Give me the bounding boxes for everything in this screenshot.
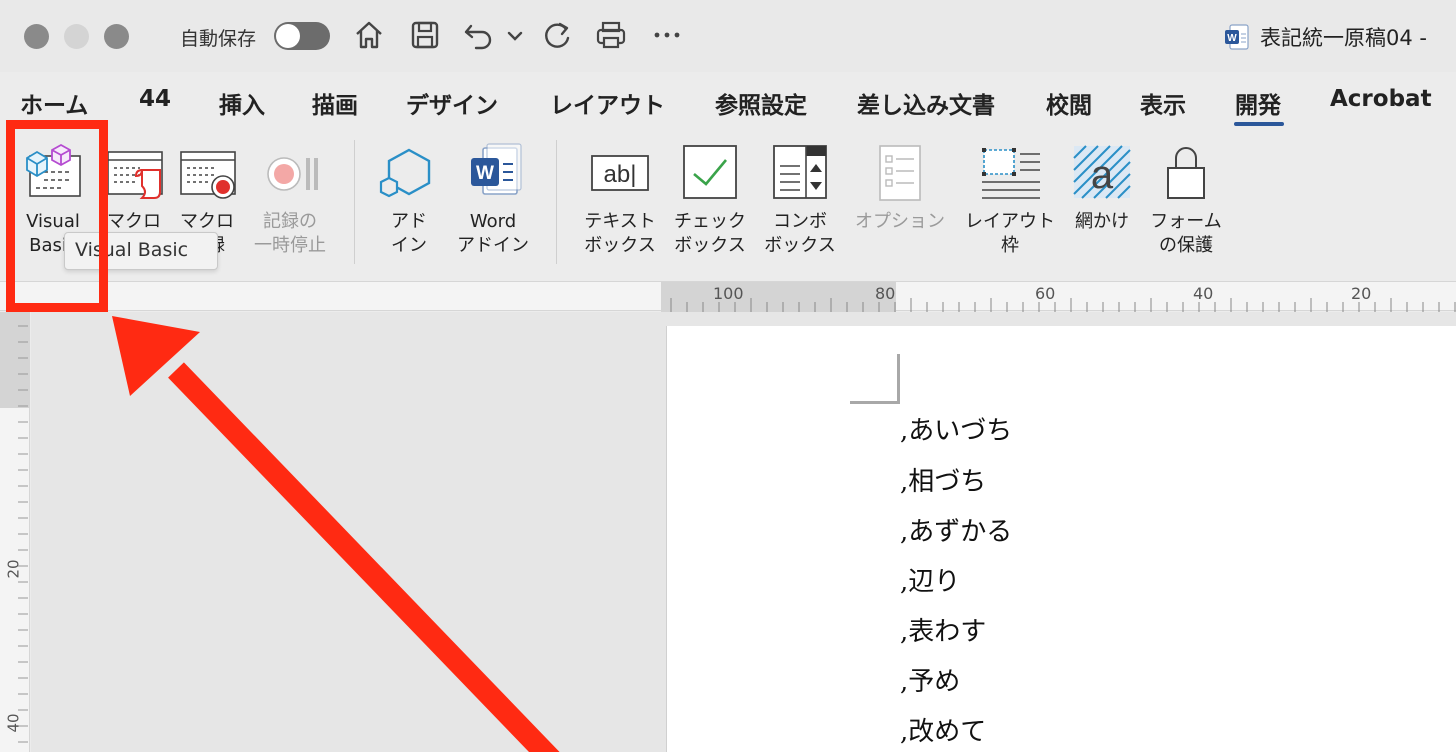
autosave-toggle[interactable] bbox=[274, 22, 330, 50]
tab-developer[interactable]: 開発 bbox=[1235, 86, 1281, 120]
margin-corner-mark bbox=[850, 354, 900, 404]
pause-recording-icon bbox=[267, 157, 318, 191]
macros-label: マクロ bbox=[107, 211, 161, 232]
more-icon[interactable] bbox=[650, 18, 684, 52]
macros-icon bbox=[107, 151, 163, 199]
word-addins-label: Word アドイン bbox=[457, 211, 529, 256]
tab-draw[interactable]: 描画 bbox=[312, 86, 358, 120]
record-macro-icon bbox=[180, 151, 236, 199]
horizontal-ruler[interactable]: 100 80 60 40 20 bbox=[661, 282, 1456, 312]
text-box-control-icon: ab| bbox=[591, 155, 649, 191]
document-line[interactable]: ,あいづち bbox=[900, 410, 1012, 447]
document-line[interactable]: ,相づち bbox=[900, 461, 986, 498]
addins-label: アド イン bbox=[391, 211, 427, 256]
svg-text:W: W bbox=[1227, 33, 1237, 44]
control-properties-label: オプション bbox=[855, 211, 945, 232]
control-properties-icon bbox=[879, 145, 921, 201]
tab-review[interactable]: 校閲 bbox=[1046, 86, 1092, 120]
layout-frame-button[interactable]: レイアウト 枠 bbox=[960, 142, 1060, 258]
annotation-highlight-box bbox=[6, 120, 108, 312]
tab-44[interactable]: 44 bbox=[139, 86, 171, 112]
lock-icon bbox=[1167, 147, 1205, 199]
ruler-number: 40 bbox=[1193, 284, 1214, 303]
layout-frame-label: レイアウト 枠 bbox=[965, 211, 1055, 256]
document-line[interactable]: ,表わす bbox=[900, 611, 986, 648]
word-document-icon: W bbox=[1225, 24, 1249, 50]
word-addins-icon: W bbox=[471, 143, 522, 195]
ruler-number: 20 bbox=[4, 559, 23, 579]
addins-icon bbox=[379, 148, 431, 198]
tab-layout[interactable]: レイアウト bbox=[550, 86, 665, 120]
tab-view[interactable]: 表示 bbox=[1140, 86, 1186, 120]
ruler-number: 40 bbox=[4, 713, 23, 733]
combo-box-control-icon bbox=[773, 145, 827, 199]
autosave-label: 自動保存 bbox=[180, 28, 257, 50]
addins-button[interactable]: アド イン bbox=[376, 142, 442, 258]
combo-box-control-button[interactable]: コンボ ボックス bbox=[760, 142, 840, 258]
print-icon[interactable] bbox=[594, 18, 628, 52]
redo-icon[interactable] bbox=[540, 18, 574, 52]
horizontal-ruler-bar: 100 80 60 40 20 bbox=[0, 281, 1456, 312]
tab-acrobat[interactable]: Acrobat bbox=[1330, 86, 1432, 112]
tab-references[interactable]: 参照設定 bbox=[715, 86, 807, 120]
active-tab-indicator bbox=[1234, 122, 1284, 126]
document-page[interactable] bbox=[666, 326, 1456, 752]
tab-insert[interactable]: 挿入 bbox=[219, 86, 265, 120]
svg-text:W: W bbox=[476, 163, 494, 184]
pause-recording-button: 記録の 一時停止 bbox=[248, 142, 332, 258]
layout-frame-icon bbox=[982, 148, 1040, 199]
macros-button[interactable]: マクロ bbox=[98, 142, 170, 234]
form-field-shading-label: 網かけ bbox=[1075, 211, 1129, 232]
text-box-control-icon-text: ab| bbox=[604, 161, 637, 188]
document-line[interactable]: ,辺り bbox=[900, 561, 960, 598]
vertical-ruler[interactable]: 20 40 bbox=[0, 312, 30, 752]
form-field-shading-icon-text: a bbox=[1091, 153, 1114, 197]
word-addins-button[interactable]: W Word アドイン bbox=[452, 142, 534, 258]
check-box-control-icon bbox=[683, 145, 737, 199]
form-field-shading-button[interactable]: a 網かけ bbox=[1066, 142, 1138, 234]
undo-icon[interactable] bbox=[462, 18, 496, 52]
save-icon[interactable] bbox=[408, 18, 442, 52]
ribbon-separator bbox=[556, 140, 557, 264]
minimize-window-button[interactable] bbox=[64, 24, 89, 49]
check-box-control-button[interactable]: チェック ボックス bbox=[670, 142, 750, 258]
protect-form-label: フォーム の保護 bbox=[1150, 211, 1222, 256]
ruler-number: 20 bbox=[1351, 284, 1372, 303]
close-window-button[interactable] bbox=[24, 24, 49, 49]
tab-mailings[interactable]: 差し込み文書 bbox=[857, 86, 995, 120]
combo-box-control-label: コンボ ボックス bbox=[764, 211, 836, 256]
zoom-window-button[interactable] bbox=[104, 24, 129, 49]
check-box-control-label: チェック ボックス bbox=[674, 211, 746, 256]
document-line[interactable]: ,改めて bbox=[900, 711, 986, 748]
protect-form-button[interactable]: フォーム の保護 bbox=[1144, 142, 1228, 258]
ribbon-tab-bar: ホーム 44 挿入 描画 デザイン レイアウト 参照設定 差し込み文書 校閲 表… bbox=[0, 72, 1456, 128]
pause-recording-label: 記録の 一時停止 bbox=[254, 211, 326, 256]
control-properties-button: オプション bbox=[850, 142, 950, 234]
text-box-control-label: テキスト ボックス bbox=[584, 211, 656, 256]
ruler-number: 80 bbox=[875, 284, 896, 303]
tab-design[interactable]: デザイン bbox=[406, 86, 498, 120]
document-title-text: 表記統一原稿04 - bbox=[1260, 26, 1427, 50]
text-box-control-button[interactable]: ab| テキスト ボックス bbox=[580, 142, 660, 258]
chevron-down-icon[interactable] bbox=[504, 18, 526, 52]
developer-ribbon: Visual Basic マクロ マクロ 記録の 一時停止 アド イン W Wo… bbox=[0, 128, 1456, 281]
document-title: W 表記統一原稿04 - bbox=[1224, 22, 1427, 52]
title-bar: 自動保存 W 表記統一原稿04 - bbox=[0, 0, 1456, 72]
form-field-shading-icon: a bbox=[1073, 145, 1131, 199]
ruler-number: 100 bbox=[713, 284, 744, 303]
document-line[interactable]: ,予め bbox=[900, 661, 960, 698]
home-icon[interactable] bbox=[352, 18, 386, 52]
ribbon-separator bbox=[354, 140, 355, 264]
tab-home[interactable]: ホーム bbox=[20, 86, 88, 120]
ruler-number: 60 bbox=[1035, 284, 1056, 303]
document-line[interactable]: ,あずかる bbox=[900, 511, 1012, 548]
